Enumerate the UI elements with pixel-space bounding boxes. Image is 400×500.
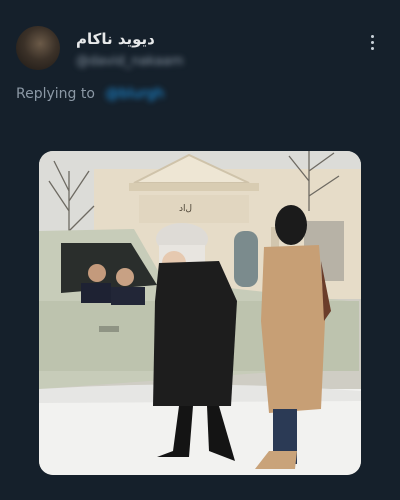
building-sign: ل‌اد: [179, 204, 192, 214]
replying-to: Replying to @blurgh: [16, 86, 164, 102]
replying-handle[interactable]: @blurgh: [105, 86, 164, 102]
tweet-header: دیوید ناکام @david_nakaam: [0, 0, 400, 80]
more-options-icon[interactable]: [360, 30, 384, 54]
author-handle[interactable]: @david_nakaam: [76, 54, 183, 69]
tweet-media[interactable]: ل‌اد: [39, 151, 361, 475]
avatar[interactable]: [16, 26, 60, 70]
author-name[interactable]: دیوید ناکام: [76, 30, 155, 48]
replying-label: Replying to: [16, 86, 95, 102]
